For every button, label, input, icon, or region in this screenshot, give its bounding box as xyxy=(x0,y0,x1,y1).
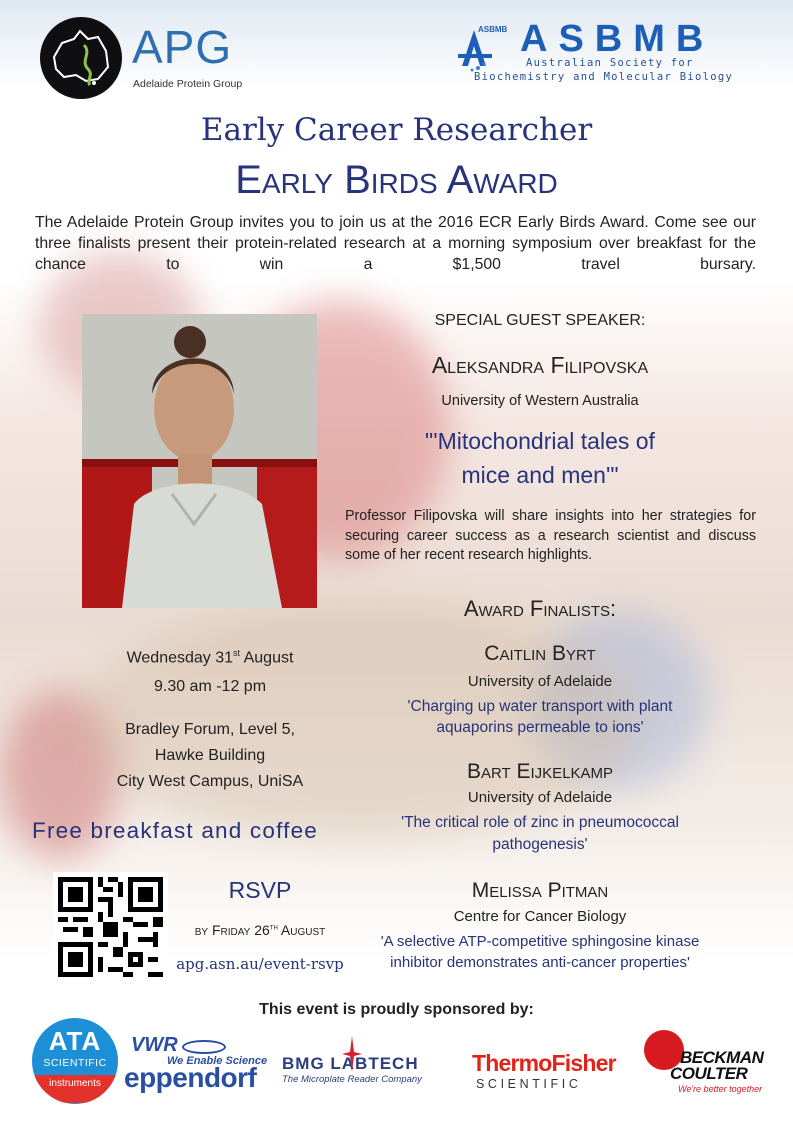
bmg-tagline: The Microplate Reader Company xyxy=(282,1074,422,1085)
rsvp-deadline-day: by Friday 26 xyxy=(194,922,270,938)
bmg-logo-name: BMG LABTECH xyxy=(282,1054,419,1073)
finalist-name: Bart Eijkelkamp xyxy=(466,760,614,783)
finalist-talk-line1: 'Charging up water transport with plant xyxy=(407,698,673,715)
ata-logo-name: ATA xyxy=(48,1026,102,1056)
event-date-day: Wednesday 31 xyxy=(126,649,234,667)
beckman-logo-line2: COULTER xyxy=(670,1064,748,1083)
guest-affiliation: University of Western Australia xyxy=(441,393,639,409)
rsvp-deadline: by Friday 26th August xyxy=(180,922,340,938)
finalist-talk-line2: aquaporins permeable to ions' xyxy=(436,719,644,736)
asbmb-title: ASBMB xyxy=(520,18,715,60)
asbmb-badge: ASBMB xyxy=(478,25,508,34)
apg-logo xyxy=(40,17,122,99)
rsvp-qr-code[interactable] xyxy=(53,872,168,982)
finalists-heading: Award Finalists: xyxy=(463,596,617,621)
apg-title: APG xyxy=(132,21,233,73)
speaker-portrait-image xyxy=(82,314,317,608)
finalist-talk-line1: 'The critical role of zinc in pneumococc… xyxy=(401,814,679,831)
event-date-month: August xyxy=(240,649,294,667)
rsvp-deadline-suffix: th xyxy=(269,922,278,932)
australia-map-icon xyxy=(52,29,110,87)
finalist-affiliation: University of Adelaide xyxy=(467,673,613,690)
bmg-labtech-logo: BMG LABTECH The Microplate Reader Compan… xyxy=(282,1036,457,1085)
thermo-logo-name: ThermoFisher xyxy=(472,1050,617,1076)
event-venue-line1: Bradley Forum, Level 5, xyxy=(125,721,295,738)
finalist-name: Melissa Pitman xyxy=(471,879,609,902)
rsvp-link[interactable]: apg.asn.au/event-rsvp xyxy=(170,955,350,973)
speaker-photo xyxy=(82,314,317,608)
title-line1: Early Career Researcher xyxy=(200,112,593,148)
vwr-logo-name: VWR xyxy=(131,1034,178,1056)
apg-subtitle: Adelaide Protein Group xyxy=(133,78,243,90)
vwr-swoosh-icon xyxy=(182,1039,227,1054)
guest-name: Aleksandra Filipovska xyxy=(431,352,649,378)
qr-code-icon[interactable] xyxy=(53,872,168,982)
finalist-talk-line1: 'A selective ATP-competitive sphingosine… xyxy=(380,933,700,950)
guest-talk-title-line2: mice and men'" xyxy=(461,462,619,488)
asbmb-subtitle: Australian Society for Biochemistry and … xyxy=(474,56,733,84)
title-line2: Early Birds Award xyxy=(235,158,558,202)
finalist-affiliation: Centre for Cancer Biology xyxy=(453,908,627,925)
guest-bio: Professor Filipovska will share insights… xyxy=(345,508,756,563)
eppendorf-logo: eppendorf xyxy=(124,1062,257,1093)
rsvp-heading: RSVP xyxy=(228,877,292,903)
beckman-tagline: We're better together xyxy=(678,1084,763,1094)
breakfast-banner: Free breakfast and coffee xyxy=(32,818,318,843)
event-time: 9.30 am -12 pm xyxy=(153,678,267,695)
finalist-talk-line2: pathogenesis' xyxy=(492,836,588,853)
finalist-affiliation: University of Adelaide xyxy=(467,789,613,806)
guest-heading: SPECIAL GUEST SPEAKER: xyxy=(434,312,646,329)
thermo-logo-subtitle: SCIENTIFIC xyxy=(476,1077,582,1091)
ata-logo-line2: SCIENTIFIC xyxy=(43,1057,107,1069)
sponsors-heading: This event is proudly sponsored by: xyxy=(259,1001,534,1018)
ata-logo-line3: instruments xyxy=(32,1075,118,1103)
event-date: Wednesday 31st August xyxy=(65,648,355,667)
intro-paragraph: The Adelaide Protein Group invites you t… xyxy=(35,214,756,273)
thermo-fisher-logo: ThermoFisher SCIENTIFIC xyxy=(472,1050,632,1091)
ata-scientific-logo: ATA SCIENTIFIC instruments xyxy=(32,1018,118,1104)
star-flare-icon xyxy=(342,1036,362,1072)
beckman-coulter-logo: BECKMAN COULTER We're better together xyxy=(640,1030,765,1100)
event-venue-line3: City West Campus, UniSA xyxy=(116,773,304,790)
event-date-suffix: st xyxy=(233,648,241,658)
asbmb-subtitle-line1: Australian Society for xyxy=(526,57,694,69)
event-venue-line2: Hawke Building xyxy=(154,747,266,764)
finalist-name: Caitlin Byrt xyxy=(484,642,596,665)
rsvp-deadline-month: August xyxy=(277,922,326,938)
guest-talk-title-line1: "'Mitochondrial tales of xyxy=(425,428,655,454)
asbmb-subtitle-line2: Biochemistry and Molecular Biology xyxy=(474,71,734,83)
finalist-talk-line2: inhibitor demonstrates anti-cancer prope… xyxy=(390,954,690,971)
